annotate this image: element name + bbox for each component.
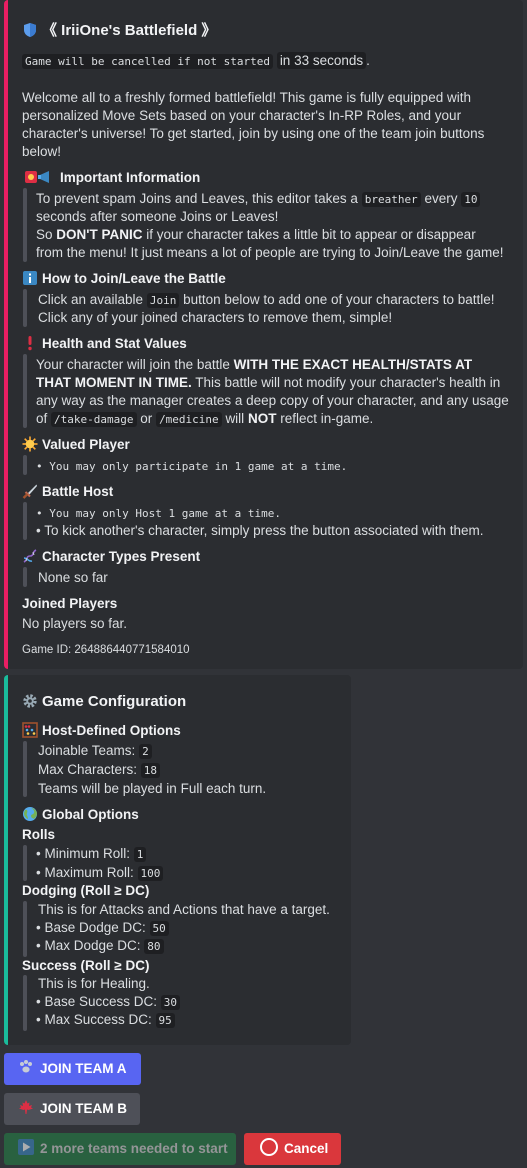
- intro-line-3: character's universe! To get started, jo…: [22, 126, 485, 141]
- valued-line-1: • You may only participate in 1 game at …: [36, 460, 348, 473]
- global-heading: Global Options: [22, 806, 139, 824]
- info-icon: [23, 271, 37, 285]
- health-line-1: Your character will join the battle WITH…: [36, 357, 473, 372]
- joined-heading: Joined Players: [22, 596, 118, 611]
- teams-played: Teams will be played in Full each turn.: [38, 781, 267, 796]
- intro-line-4: below!: [22, 144, 62, 159]
- title-text: 《 IriiOne's Battlefield 》: [42, 22, 217, 39]
- join-team-b-button[interactable]: JOIN TEAM B: [4, 1093, 140, 1125]
- intro-line-2: personalized Move Sets based on your cha…: [22, 108, 462, 123]
- rolls-heading: Rolls: [22, 827, 56, 842]
- host-quote-bar: [23, 502, 27, 540]
- join-team-a-button[interactable]: JOIN TEAM A: [4, 1053, 141, 1085]
- max-dodge-dc: • Max Dodge DC: 80: [36, 937, 164, 956]
- base-success-dc: • Base Success DC: 30: [36, 993, 181, 1012]
- abacus-icon: [22, 722, 38, 738]
- cancel-label: Cancel: [284, 1141, 329, 1156]
- health-line-3: any way as the manager creates a deep co…: [36, 393, 509, 408]
- paw-icon: [18, 1059, 34, 1079]
- host-heading: Battle Host: [22, 483, 113, 501]
- important-heading: Important Information: [22, 169, 200, 187]
- types-quote-bar: [23, 567, 27, 587]
- host-line-2: • To kick another's character, simply pr…: [36, 523, 484, 538]
- game-id-footer: Game ID: 264886440771584010: [22, 644, 190, 656]
- host-line-1: • You may only Host 1 game at a time.: [36, 507, 282, 520]
- globe-icon: [23, 807, 37, 821]
- health-quote-bar: [23, 354, 27, 428]
- howto-line-2: Click any of your joined characters to r…: [38, 310, 393, 325]
- valued-heading: Valued Player: [22, 436, 130, 454]
- howto-heading: How to Join/Leave the Battle: [22, 270, 226, 288]
- types-line-1: None so far: [38, 570, 108, 585]
- joined-line-1: No players so far.: [22, 616, 128, 631]
- success-quote-bar: [23, 975, 27, 1031]
- important-quote-bar: [23, 188, 27, 262]
- health-line-4: of /take-damage or /medicine will NOT re…: [36, 411, 374, 427]
- exclamation-icon: [28, 336, 32, 351]
- start-game-label: 2 more teams needed to start: [40, 1141, 228, 1156]
- siren-megaphone-icon: [25, 171, 49, 183]
- dodging-desc: This is for Attacks and Actions that hav…: [38, 902, 330, 917]
- sun-icon: [22, 436, 38, 452]
- config-title: Game Configuration: [22, 693, 186, 711]
- battlefield-embed: 《 IriiOne's Battlefield 》 Game will be c…: [4, 0, 523, 669]
- maple-leaf-icon: [18, 1099, 34, 1119]
- max-success-dc: • Max Success DC: 95: [36, 1011, 175, 1030]
- dna-icon: [23, 549, 37, 563]
- cancel-code: Game will be cancelled if not started: [22, 54, 274, 69]
- success-desc: This is for Healing.: [38, 976, 150, 991]
- important-line-1: To prevent spam Joins and Leaves, this e…: [36, 190, 481, 209]
- cancel-notice: Game will be cancelled if not started in…: [22, 52, 370, 71]
- intro-line-1: Welcome all to a freshly formed battlefi…: [22, 90, 471, 105]
- play-icon: [18, 1139, 34, 1159]
- valued-quote-bar: [23, 455, 27, 475]
- join-team-a-label: JOIN TEAM A: [40, 1061, 127, 1076]
- success-heading: Success (Roll ≥ DC): [22, 958, 150, 973]
- cancel-timer: in 33 seconds: [276, 52, 367, 69]
- gear-icon: [23, 694, 37, 708]
- join-team-b-label: JOIN TEAM B: [40, 1101, 128, 1116]
- shield-icon: [24, 23, 36, 37]
- rolls-quote-bar: [23, 845, 27, 881]
- howto-quote-bar: [23, 289, 27, 327]
- cancel-period: .: [366, 53, 370, 68]
- max-characters: Max Characters: 18: [38, 761, 161, 780]
- config-embed: Game Configuration Host-Defined Options …: [4, 675, 351, 1045]
- important-line-2: seconds after someone Joins or Leaves!: [36, 209, 279, 224]
- embed-title: 《 IriiOne's Battlefield 》: [22, 22, 216, 40]
- min-roll: • Minimum Roll: 1: [36, 845, 147, 864]
- stop-icon: [260, 1138, 278, 1160]
- joinable-teams: Joinable Teams: 2: [38, 742, 152, 761]
- howto-line-1: Click an available Join button below to …: [38, 292, 495, 308]
- dodging-quote-bar: [23, 901, 27, 957]
- host-opts-quote-bar: [23, 741, 27, 797]
- cancel-button[interactable]: Cancel: [244, 1133, 341, 1165]
- important-line-3: So DON'T PANIC if your character takes a…: [36, 227, 476, 242]
- dodging-heading: Dodging (Roll ≥ DC): [22, 883, 150, 898]
- base-dodge-dc: • Base Dodge DC: 50: [36, 919, 169, 938]
- dagger-icon: [22, 484, 37, 499]
- health-line-2: THAT MOMENT IN TIME. This battle will no…: [36, 375, 501, 390]
- host-opts-heading: Host-Defined Options: [22, 722, 181, 740]
- health-heading: Health and Stat Values: [22, 335, 187, 353]
- types-heading: Character Types Present: [22, 548, 200, 566]
- max-roll: • Maximum Roll: 100: [36, 864, 164, 883]
- start-game-button[interactable]: 2 more teams needed to start: [4, 1133, 236, 1165]
- important-line-4: from the menu! It just means a lot of pe…: [36, 245, 504, 260]
